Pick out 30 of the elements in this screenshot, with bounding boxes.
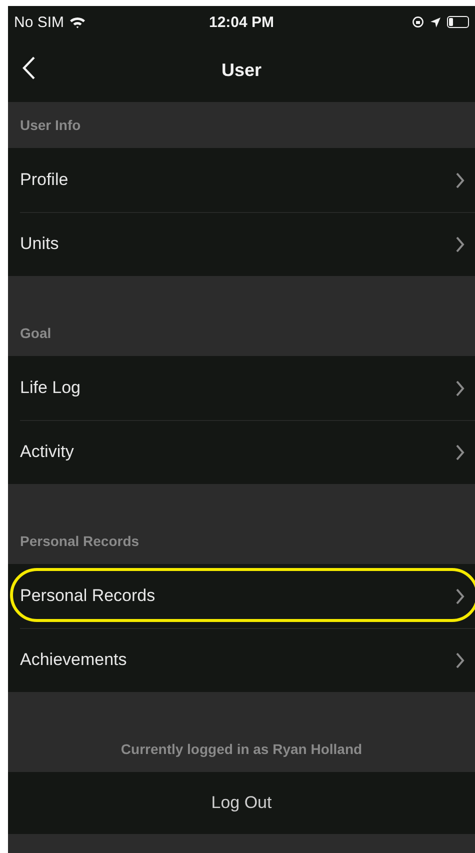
chevron-right-icon	[455, 588, 465, 604]
menu-row[interactable]: Achievements	[8, 628, 475, 692]
menu-row[interactable]: Personal Records	[8, 564, 475, 628]
log-out-button[interactable]: Log Out	[8, 772, 475, 834]
clock-time: 12:04 PM	[208, 14, 274, 30]
location-arrow-icon	[430, 16, 441, 28]
battery-icon	[447, 16, 469, 28]
row-label: Units	[20, 234, 59, 254]
login-status-text: Currently logged in as Ryan Holland	[120, 741, 362, 757]
chevron-right-icon	[455, 380, 465, 396]
menu-row[interactable]: Life Log	[8, 356, 475, 420]
section-header: Personal Records	[20, 533, 140, 549]
wifi-icon	[69, 16, 86, 28]
chevron-right-icon	[455, 236, 465, 252]
carrier-text: No SIM	[14, 14, 64, 30]
row-label: Activity	[20, 442, 74, 462]
section-header: User Info	[20, 117, 81, 133]
row-label: Personal Records	[20, 586, 156, 606]
chevron-right-icon	[455, 444, 465, 460]
row-label: Life Log	[20, 378, 80, 398]
section-header: Goal	[20, 325, 52, 341]
row-label: Profile	[20, 170, 68, 190]
menu-row[interactable]: Units	[8, 212, 475, 276]
row-label: Achievements	[20, 650, 127, 670]
chevron-right-icon	[455, 652, 465, 668]
chevron-right-icon	[455, 172, 465, 188]
menu-row[interactable]: Activity	[8, 420, 475, 484]
rotation-lock-icon	[412, 16, 424, 28]
menu-row[interactable]: Profile	[8, 148, 475, 212]
screen-title: User	[221, 60, 262, 80]
